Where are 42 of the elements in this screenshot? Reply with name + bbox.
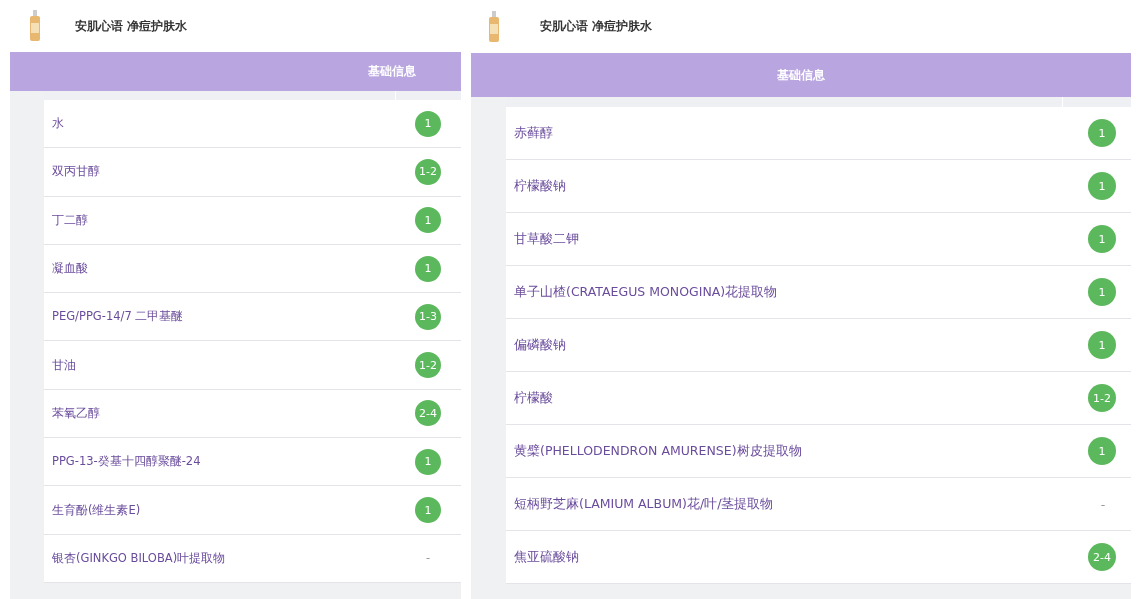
section-header: 基础信息 [777,66,825,84]
ingredient-name: PEG/PPG-14/7 二甲基醚 [52,309,184,325]
ingredient-name: 银杏(GINKGO BILOBA)叶提取物 [52,550,226,566]
ingredient-name: 甘草酸二钾 [514,230,579,248]
score-badge: 1 [1088,278,1116,306]
score-badge: 1-2 [1088,384,1116,412]
product-title: 安肌心语 净痘护肤水 [75,17,188,35]
ingredient-name: PPG-13-癸基十四醇聚醚-24 [52,454,201,470]
ingredient-name: 柠檬酸钠 [514,177,566,195]
score-text: - [424,551,432,566]
score-badge: 2-4 [415,400,441,427]
score-badge: 1 [415,110,441,137]
ingredient-name: 黄檗(PHELLODENDRON AMURENSE)树皮提取物 [514,442,802,460]
score-badge: 1-2 [415,352,441,379]
score-badge: 1 [1088,225,1116,253]
product-title: 安肌心语 净痘护肤水 [540,18,653,35]
score-badge: 1 [1088,437,1116,465]
score-badge: 1-3 [415,303,441,330]
score-badge: 1 [1088,119,1116,147]
ingredient-name: 单子山楂(CRATAEGUS MONOGINA)花提取物 [514,283,778,301]
ingredient-name: 水 [52,116,64,132]
ingredient-name: 凝血酸 [52,261,88,277]
score-badge: 1 [415,207,441,234]
ingredient-name: 苯氧乙醇 [52,405,100,421]
score-text: - [1099,496,1107,512]
ingredient-name: 丁二醇 [52,212,88,228]
ingredient-name: 焦亚硫酸钠 [514,548,579,566]
ingredient-name: 短柄野芝麻(LAMIUM ALBUM)花/叶/茎提取物 [514,495,774,513]
score-badge: 1 [415,497,441,523]
ingredient-name: 柠檬酸 [514,389,553,407]
section-header: 基础信息 [368,63,416,80]
score-badge: 1-2 [415,158,441,185]
ingredient-name: 赤藓醇 [514,124,553,142]
ingredient-name: 双丙甘醇 [52,164,100,180]
score-badge: 1 [1088,172,1116,200]
score-badge: 2-4 [1088,543,1116,571]
ingredient-name: 偏磷酸钠 [514,336,566,354]
ingredient-name: 生育酚(维生素E) [52,502,141,518]
score-badge: 1 [1088,331,1116,359]
ingredient-name: 甘油 [52,357,76,373]
score-badge: 1 [415,255,441,282]
score-badge: 1 [415,448,441,475]
